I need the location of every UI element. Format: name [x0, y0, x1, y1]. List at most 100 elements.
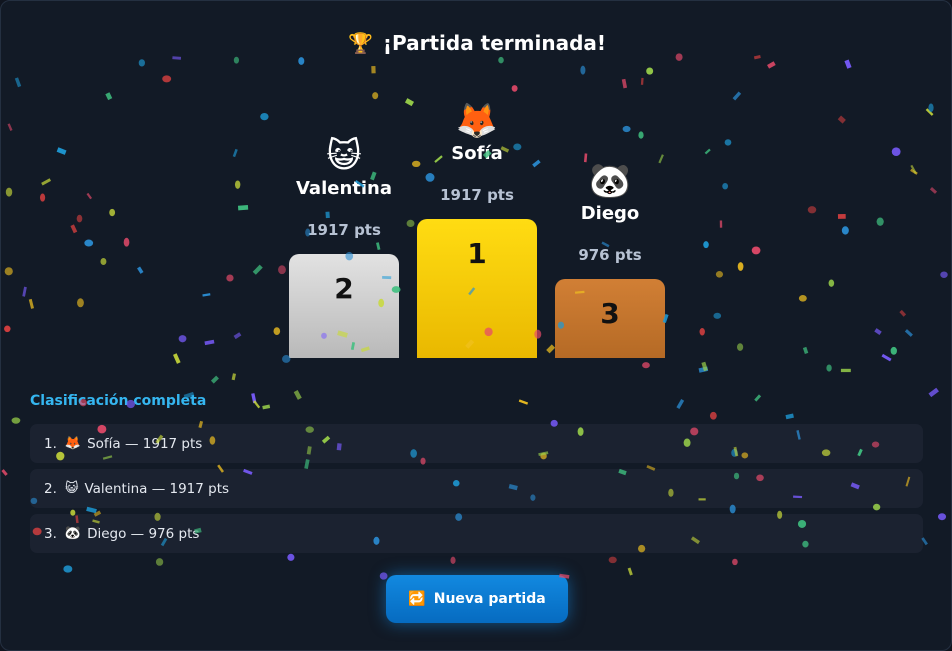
- confetti-piece: [86, 192, 93, 200]
- podium-player-first: 🦊 Sofía 1917 pts: [417, 101, 537, 204]
- confetti-piece: [233, 332, 242, 340]
- confetti-piece: [14, 77, 22, 88]
- cat-icon: 😺: [326, 136, 362, 176]
- confetti-piece: [406, 219, 415, 228]
- confetti-piece: [837, 214, 846, 219]
- confetti-piece: [162, 75, 172, 83]
- confetti-piece: [713, 312, 722, 319]
- confetti-piece: [737, 262, 744, 271]
- player-name: Sofía: [451, 143, 503, 164]
- confetti-piece: [253, 400, 261, 409]
- confetti-piece: [638, 131, 644, 139]
- confetti-piece: [754, 394, 762, 402]
- confetti-piece: [890, 346, 897, 355]
- confetti-piece: [11, 417, 21, 424]
- new-game-button[interactable]: 🔁 Nueva partida: [386, 575, 568, 623]
- confetti-piece: [928, 103, 934, 113]
- confetti-piece: [844, 59, 852, 69]
- repeat-icon: 🔁: [408, 591, 426, 607]
- rank-text: Valentina — 1917 pts: [84, 480, 230, 497]
- confetti-piece: [881, 353, 892, 362]
- confetti-piece: [226, 274, 234, 282]
- confetti-piece: [251, 393, 257, 404]
- confetti-piece: [876, 217, 884, 226]
- confetti-piece: [899, 309, 907, 317]
- confetti-piece: [904, 329, 913, 337]
- confetti-piece: [802, 346, 809, 354]
- new-game-label: Nueva partida: [433, 591, 546, 607]
- trophy-icon: 🏆: [347, 31, 373, 55]
- confetti-piece: [546, 344, 556, 354]
- confetti-piece: [715, 270, 724, 278]
- confetti-piece: [138, 59, 145, 67]
- rank-number: 1.: [44, 435, 57, 452]
- confetti-piece: [231, 373, 237, 381]
- ranking-row: 2. 😺 Valentina — 1917 pts: [30, 469, 923, 508]
- confetti-piece: [841, 226, 849, 235]
- rank-number: 2.: [44, 480, 57, 497]
- confetti-piece: [703, 241, 709, 249]
- place-number: 1: [467, 237, 487, 270]
- confetti-piece: [937, 513, 947, 521]
- confetti-piece: [642, 362, 650, 369]
- confetti-piece: [287, 553, 295, 561]
- confetti-piece: [450, 556, 456, 565]
- confetti-piece: [202, 293, 211, 297]
- confetti-piece: [252, 264, 263, 275]
- confetti-piece: [704, 148, 711, 155]
- confetti-piece: [260, 112, 269, 121]
- title-text: ¡Partida terminada!: [382, 31, 607, 55]
- confetti-piece: [701, 361, 708, 372]
- confetti-piece: [262, 404, 271, 410]
- confetti-piece: [732, 558, 738, 566]
- confetti-piece: [76, 214, 83, 223]
- confetti-piece: [105, 92, 113, 101]
- confetti-piece: [371, 65, 376, 74]
- confetti-piece: [172, 56, 182, 60]
- player-name: Diego: [580, 203, 640, 224]
- confetti-piece: [621, 78, 628, 89]
- confetti-piece: [580, 65, 586, 75]
- confetti-piece: [63, 565, 73, 573]
- confetti-piece: [874, 328, 882, 335]
- podium-player-second: 😺 Valentina 1917 pts: [289, 136, 399, 239]
- confetti-piece: [891, 147, 901, 157]
- confetti-piece: [608, 556, 617, 564]
- confetti-piece: [293, 390, 302, 400]
- confetti-piece: [925, 108, 934, 116]
- confetti-piece: [372, 92, 379, 100]
- confetti-piece: [233, 56, 240, 64]
- confetti-piece: [232, 148, 238, 158]
- confetti-piece: [109, 208, 116, 217]
- confetti-piece: [1, 469, 8, 476]
- confetti-piece: [646, 67, 654, 75]
- confetti-piece: [298, 57, 305, 65]
- confetti-piece: [498, 56, 504, 64]
- confetti-piece: [404, 98, 415, 107]
- confetti-piece: [732, 91, 742, 101]
- confetti-piece: [379, 572, 388, 580]
- confetti-piece: [798, 295, 807, 302]
- confetti-piece: [234, 180, 241, 189]
- confetti-piece: [22, 286, 27, 297]
- confetti-piece: [39, 193, 46, 202]
- panda-icon: 🐼: [588, 161, 632, 201]
- confetti-piece: [929, 187, 938, 194]
- confetti-piece: [837, 115, 846, 124]
- confetti-piece: [640, 77, 644, 85]
- podium-block-second: 2: [289, 254, 399, 358]
- confetti-piece: [173, 353, 181, 364]
- confetti-piece: [699, 327, 705, 336]
- confetti-piece: [4, 325, 11, 333]
- confetti-piece: [807, 206, 817, 214]
- confetti-piece: [155, 558, 164, 566]
- confetti-piece: [7, 123, 13, 131]
- player-points: 1917 pts: [440, 186, 514, 204]
- confetti-piece: [204, 339, 215, 346]
- rank-number: 3.: [44, 525, 57, 542]
- confetti-piece: [237, 205, 249, 211]
- ranking-title: Clasificación completa: [30, 393, 207, 409]
- confetti-piece: [56, 147, 67, 155]
- confetti-piece: [178, 335, 187, 343]
- confetti-piece: [767, 61, 776, 69]
